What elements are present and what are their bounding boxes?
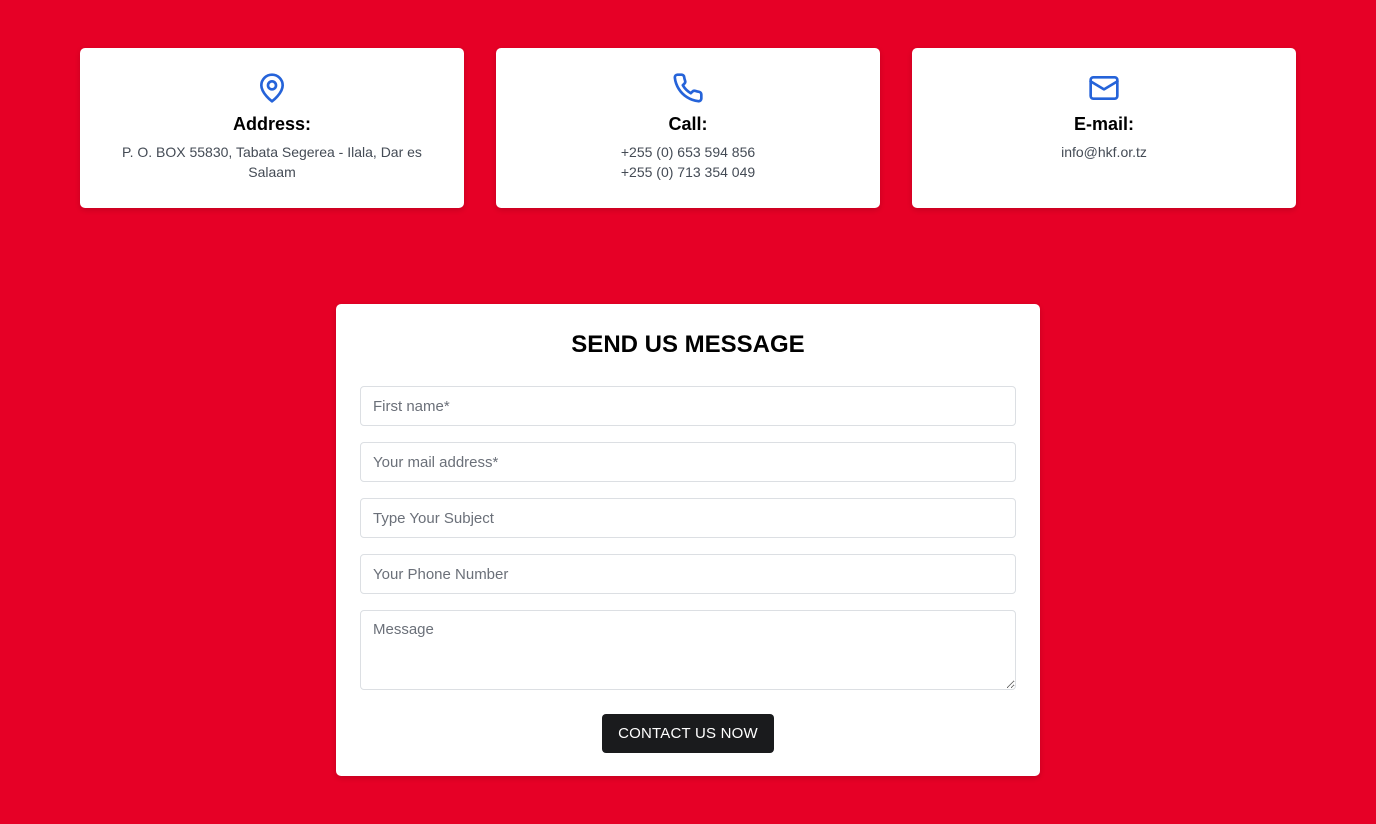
- form-title: SEND US MESSAGE: [571, 331, 805, 358]
- contact-info-row: Address: P. O. BOX 55830, Tabata Segerea…: [80, 48, 1296, 208]
- address-title: Address:: [232, 114, 312, 134]
- mail-icon: [1088, 72, 1120, 104]
- subject-input[interactable]: [360, 498, 1016, 538]
- email-text: info@hkf.or.tz: [1029, 142, 1179, 162]
- address-card: Address: P. O. BOX 55830, Tabata Segerea…: [80, 48, 464, 208]
- contact-form: SEND US MESSAGE CONTACT US NOW: [336, 304, 1040, 776]
- call-title: Call:: [668, 114, 708, 134]
- phone-number-1[interactable]: +255 (0) 653 594 856: [621, 142, 755, 162]
- phone-input[interactable]: [360, 554, 1016, 594]
- submit-wrapper: CONTACT US NOW: [360, 714, 1016, 753]
- phone-numbers: +255 (0) 653 594 856 +255 (0) 713 354 04…: [589, 142, 787, 182]
- message-textarea[interactable]: [360, 610, 1016, 690]
- contact-us-button[interactable]: CONTACT US NOW: [602, 714, 774, 753]
- map-pin-icon: [256, 72, 288, 104]
- phone-icon: [672, 72, 704, 104]
- email-card: E-mail: info@hkf.or.tz: [912, 48, 1296, 208]
- first-name-input[interactable]: [360, 386, 1016, 426]
- address-line: P. O. BOX 55830, Tabata Segerea - Ilala,…: [122, 144, 422, 180]
- email-input[interactable]: [360, 442, 1016, 482]
- address-text: P. O. BOX 55830, Tabata Segerea - Ilala,…: [80, 142, 464, 182]
- email-address-link[interactable]: info@hkf.or.tz: [1061, 142, 1147, 162]
- call-card: Call: +255 (0) 653 594 856 +255 (0) 713 …: [496, 48, 880, 208]
- phone-number-2[interactable]: +255 (0) 713 354 049: [621, 162, 755, 182]
- email-title: E-mail:: [1073, 114, 1134, 134]
